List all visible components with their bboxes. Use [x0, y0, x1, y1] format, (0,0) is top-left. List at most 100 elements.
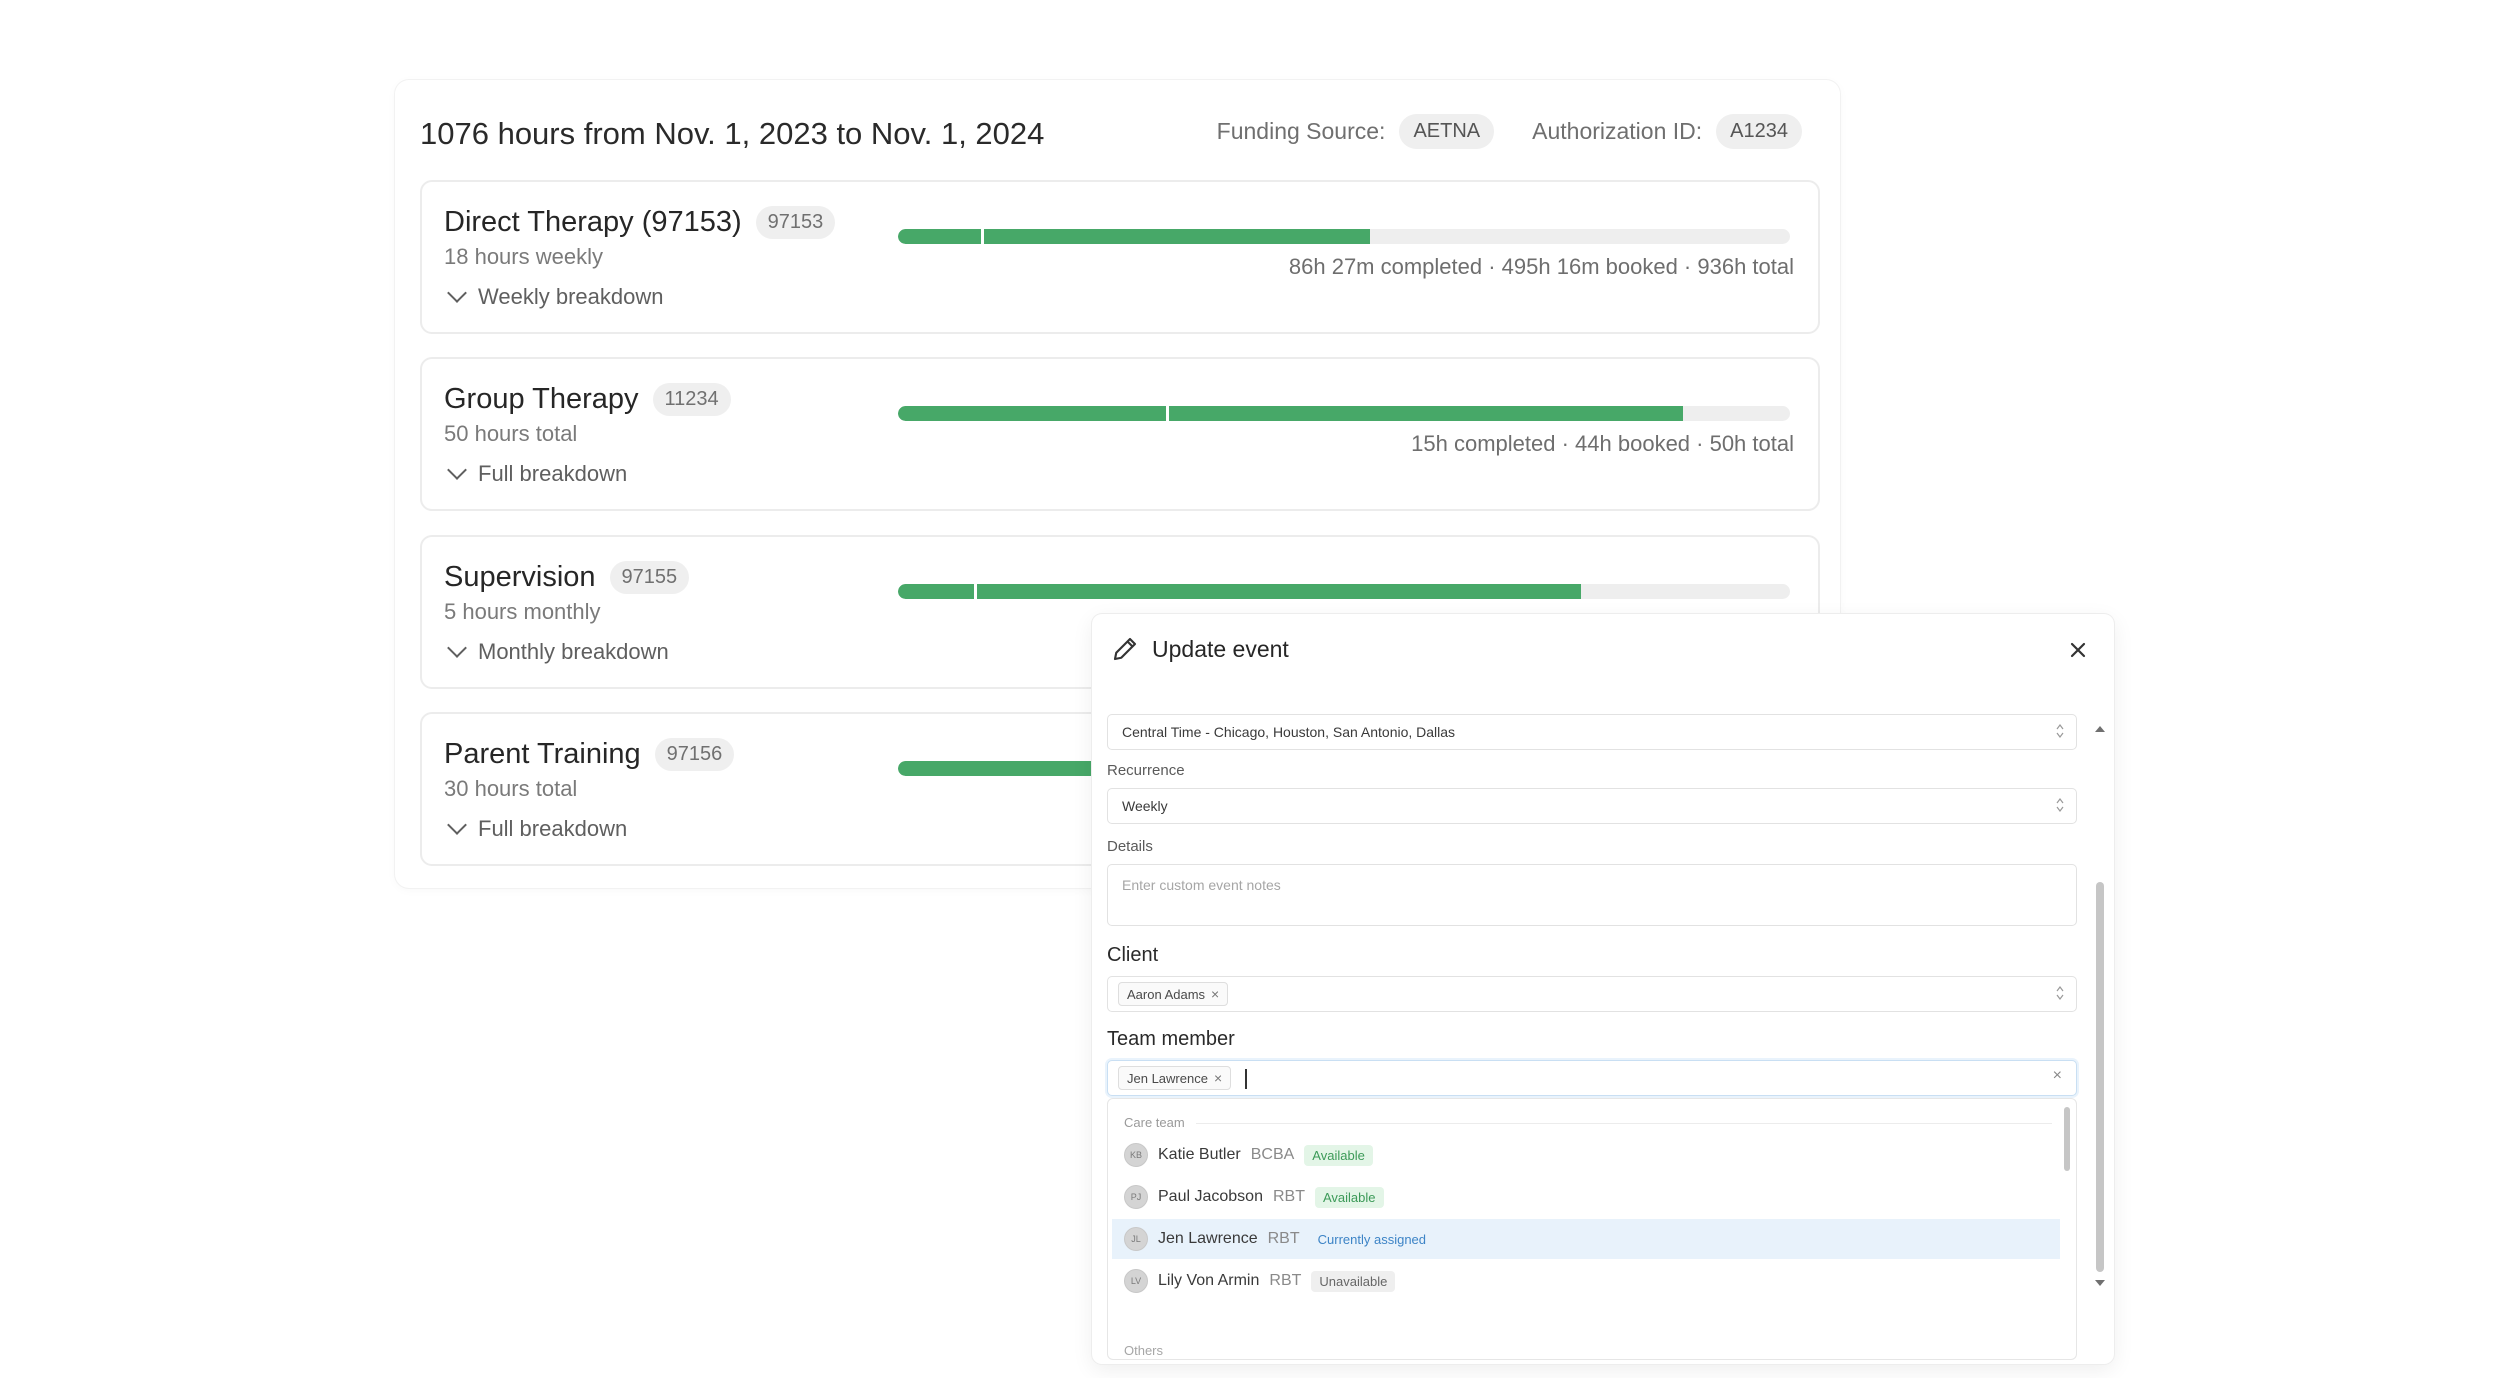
breakdown-toggle[interactable]: Weekly breakdown [446, 283, 664, 310]
remove-chip-icon[interactable]: × [1211, 986, 1219, 1002]
option-name: Lily Von Armin [1158, 1272, 1260, 1289]
modal-header: Update event [1110, 634, 1289, 664]
option-paul-jacobson[interactable]: PJ Paul Jacobson RBT Available [1112, 1177, 2060, 1217]
scroll-down-icon[interactable] [2095, 1280, 2105, 1286]
breakdown-toggle[interactable]: Full breakdown [446, 460, 628, 487]
funding-source-badge: AETNA [1399, 114, 1495, 149]
updown-icon [2056, 798, 2064, 812]
service-code-badge: 97155 [609, 561, 690, 594]
pencil-icon [1113, 637, 1137, 661]
option-role: RBT [1269, 1272, 1302, 1289]
clear-icon[interactable]: × [2053, 1067, 2062, 1085]
authorization-meta: Funding Source: AETNA Authorization ID: … [1217, 114, 1802, 149]
authorization-header: 1076 hours from Nov. 1, 2023 to Nov. 1, … [420, 112, 1820, 158]
service-code-badge: 97153 [755, 206, 836, 239]
updown-icon [2056, 724, 2064, 738]
breakdown-label: Monthly breakdown [478, 639, 669, 664]
client-chip: Aaron Adams × [1118, 982, 1229, 1006]
option-role: RBT [1272, 1188, 1305, 1205]
progress-completed-marker [980, 229, 984, 244]
service-name: Direct Therapy (97153) [444, 206, 742, 238]
close-icon [2070, 642, 2086, 658]
progress-booked-fill [898, 229, 1370, 244]
breakdown-label: Weekly breakdown [478, 284, 664, 309]
status-badge: Available [1304, 1144, 1373, 1166]
progress-completed-marker [1165, 406, 1169, 421]
care-team-group-label: Care team [1124, 1115, 1185, 1130]
option-katie-butler[interactable]: KB Katie Butler BCBA Available [1112, 1135, 2060, 1175]
service-stats: 15h completed · 44h booked · 50h total [1411, 431, 1794, 456]
chevron-down-icon [447, 283, 467, 303]
progress-completed-marker [973, 584, 977, 599]
updown-icon [2056, 986, 2064, 1000]
service-title-row: Parent Training 97156 [444, 738, 735, 771]
update-event-modal: Update event Central Time - Chicago, Hou… [1092, 614, 2114, 1364]
option-jen-lawrence[interactable]: JL Jen Lawrence RBT Currently assigned [1112, 1219, 2060, 1259]
avatar: LV [1124, 1269, 1148, 1293]
authorization-title: 1076 hours from Nov. 1, 2023 to Nov. 1, … [420, 116, 1045, 151]
service-frequency: 50 hours total [444, 421, 578, 446]
option-name: Paul Jacobson [1158, 1188, 1263, 1205]
option-lily-von-armin[interactable]: LV Lily Von Armin RBT Unavailable [1112, 1261, 2060, 1301]
service-frequency: 30 hours total [444, 776, 578, 801]
option-role: RBT [1267, 1230, 1300, 1247]
recurrence-label: Recurrence [1107, 762, 1185, 779]
service-name: Parent Training [444, 738, 641, 770]
scroll-up-icon[interactable] [2095, 726, 2105, 732]
avatar: KB [1124, 1143, 1148, 1167]
service-title-row: Group Therapy 11234 [444, 383, 731, 416]
progress-booked-fill [898, 761, 1121, 776]
avatar: PJ [1124, 1185, 1148, 1209]
details-placeholder: Enter custom event notes [1122, 877, 1281, 893]
service-code-badge: 11234 [652, 383, 731, 416]
timezone-select[interactable]: Central Time - Chicago, Houston, San Ant… [1107, 714, 2077, 750]
breakdown-toggle[interactable]: Full breakdown [446, 815, 628, 842]
client-label: Client [1107, 944, 1159, 966]
chevron-down-icon [447, 460, 467, 480]
remove-chip-icon[interactable]: × [1214, 1070, 1222, 1086]
group-divider [1196, 1123, 2052, 1124]
breakdown-label: Full breakdown [478, 461, 628, 486]
option-name: Katie Butler [1158, 1146, 1241, 1163]
service-code-badge: 97156 [654, 738, 735, 771]
chevron-down-icon [447, 638, 467, 658]
modal-scrollbar[interactable] [2096, 882, 2104, 1272]
progress-bar [898, 584, 1790, 599]
service-card-direct-therapy: Direct Therapy (97153) 97153 18 hours we… [420, 180, 1820, 334]
progress-bar [898, 229, 1790, 244]
breakdown-toggle[interactable]: Monthly breakdown [446, 638, 669, 665]
team-member-label: Team member [1107, 1028, 1235, 1050]
avatar: JL [1124, 1227, 1148, 1251]
option-name: Jen Lawrence [1158, 1230, 1258, 1247]
team-member-chip: Jen Lawrence × [1118, 1066, 1232, 1090]
details-textarea[interactable]: Enter custom event notes [1107, 864, 2077, 926]
funding-source-label: Funding Source: [1216, 118, 1386, 144]
timezone-value: Central Time - Chicago, Houston, San Ant… [1122, 724, 1456, 740]
status-badge: Unavailable [1311, 1270, 1396, 1292]
authorization-id-badge: A1234 [1716, 114, 1802, 149]
recurrence-value: Weekly [1122, 798, 1168, 814]
service-name: Group Therapy [444, 383, 639, 415]
breakdown-label: Full breakdown [478, 816, 628, 841]
service-name: Supervision [444, 561, 596, 593]
close-button[interactable] [2062, 634, 2094, 666]
service-frequency: 5 hours monthly [444, 599, 601, 624]
progress-booked-fill [898, 406, 1683, 421]
service-stats: 86h 27m completed · 495h 16m booked · 93… [1288, 254, 1794, 279]
recurrence-select[interactable]: Weekly [1107, 788, 2077, 824]
dropdown-scrollbar[interactable] [2064, 1107, 2070, 1171]
team-member-select[interactable]: Jen Lawrence × × [1107, 1060, 2077, 1096]
authorization-id-label: Authorization ID: [1532, 118, 1703, 144]
progress-booked-fill [898, 584, 1582, 599]
others-group-label: Others [1124, 1343, 1164, 1358]
service-frequency: 18 hours weekly [444, 244, 603, 269]
service-title-row: Direct Therapy (97153) 97153 [444, 206, 836, 239]
status-badge: Currently assigned [1317, 1231, 1427, 1247]
client-chip-label: Aaron Adams [1127, 986, 1206, 1002]
service-card-group-therapy: Group Therapy 11234 50 hours total Full … [420, 357, 1820, 511]
service-title-row: Supervision 97155 [444, 561, 690, 594]
client-select[interactable]: Aaron Adams × [1107, 976, 2077, 1012]
team-member-chip-label: Jen Lawrence [1127, 1070, 1208, 1086]
details-label: Details [1107, 838, 1153, 855]
status-badge: Available [1314, 1186, 1384, 1208]
